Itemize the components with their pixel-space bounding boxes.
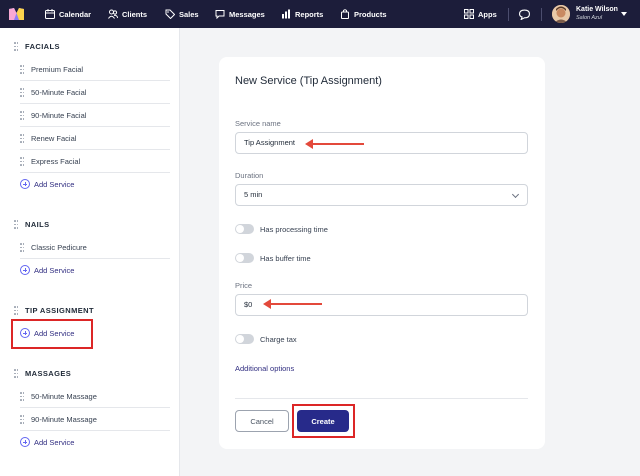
top-nav-bar: Calendar Clients Sales Messages Reports …: [0, 0, 640, 28]
highlight-box-add-service: [11, 319, 93, 349]
nav-clients[interactable]: Clients: [108, 0, 147, 28]
list-item[interactable]: Express Facial: [20, 151, 170, 173]
chat-button[interactable]: [519, 0, 534, 28]
section-title-tip-assignment: TIP ASSIGNMENT: [25, 306, 94, 315]
service-label: 50-Minute Massage: [31, 392, 97, 401]
nav-reports-label: Reports: [295, 9, 324, 19]
service-name-input[interactable]: Tip Assignment: [235, 132, 528, 154]
footer-divider: [235, 398, 528, 399]
list-item[interactable]: Premium Facial: [20, 59, 170, 81]
price-label: Price: [235, 281, 253, 290]
add-service-label: Add Service: [34, 437, 75, 447]
nav-reports[interactable]: Reports: [281, 0, 323, 28]
nav-calendar[interactable]: Calendar: [45, 0, 91, 28]
buffer-time-label: Has buffer time: [260, 254, 311, 263]
add-service-button-massages[interactable]: Add Service: [20, 435, 74, 449]
chevron-down-icon: [511, 190, 520, 199]
list-item[interactable]: 90-Minute Facial: [20, 105, 170, 127]
avatar[interactable]: [552, 5, 570, 23]
nav-sales-label: Sales: [179, 9, 199, 19]
add-service-button-facials[interactable]: Add Service: [20, 177, 74, 191]
charge-tax-label: Charge tax: [260, 335, 297, 344]
plus-circle-icon: [20, 179, 30, 189]
apps-button[interactable]: Apps: [464, 0, 497, 28]
cancel-button[interactable]: Cancel: [235, 410, 289, 432]
service-label: Express Facial: [31, 157, 81, 166]
service-label: 50-Minute Facial: [31, 88, 87, 97]
processing-time-toggle[interactable]: [235, 224, 254, 234]
charge-tax-toggle[interactable]: [235, 334, 254, 344]
list-item[interactable]: 50-Minute Massage: [20, 386, 170, 408]
buffer-time-toggle[interactable]: [235, 253, 254, 263]
apps-label: Apps: [478, 9, 497, 19]
service-label: Premium Facial: [31, 65, 84, 74]
list-item[interactable]: Renew Facial: [20, 128, 170, 150]
drag-handle-icon[interactable]: [14, 306, 18, 315]
drag-handle-icon[interactable]: [20, 65, 24, 74]
reports-chart-icon: [282, 9, 290, 19]
annotation-arrow-icon: [263, 299, 322, 309]
price-input[interactable]: $0: [235, 294, 528, 316]
nav-products[interactable]: Products: [340, 0, 387, 28]
service-label: 90-Minute Massage: [31, 415, 97, 424]
plus-circle-icon: [20, 265, 30, 275]
app-logo-icon[interactable]: [9, 7, 24, 21]
drag-handle-icon[interactable]: [20, 157, 24, 166]
drag-handle-icon[interactable]: [14, 369, 18, 378]
topbar-divider-2: [541, 8, 542, 21]
calendar-icon: [45, 9, 55, 19]
service-label: Classic Pedicure: [31, 243, 87, 252]
drag-handle-icon[interactable]: [20, 392, 24, 401]
nav-messages-label: Messages: [229, 9, 265, 19]
service-label: 90-Minute Facial: [31, 111, 87, 120]
new-service-card: New Service (Tip Assignment) Service nam…: [219, 57, 545, 449]
chevron-down-icon[interactable]: [621, 12, 627, 16]
list-item[interactable]: 90-Minute Massage: [20, 409, 170, 431]
products-icon: [341, 9, 349, 19]
section-title-massages: MASSAGES: [25, 369, 72, 378]
list-item[interactable]: Classic Pedicure: [20, 237, 170, 259]
nav-products-label: Products: [354, 9, 387, 19]
processing-time-label: Has processing time: [260, 225, 328, 234]
add-service-label: Add Service: [34, 179, 75, 189]
plus-circle-icon: [20, 437, 30, 447]
drag-handle-icon[interactable]: [14, 220, 18, 229]
drag-handle-icon[interactable]: [20, 134, 24, 143]
duration-select[interactable]: 5 min: [235, 184, 528, 206]
user-photo-icon: [552, 5, 570, 23]
nav-messages[interactable]: Messages: [215, 0, 265, 28]
drag-handle-icon[interactable]: [20, 415, 24, 424]
user-name[interactable]: Katie Wilson: [576, 6, 618, 13]
additional-options-link[interactable]: Additional options: [235, 364, 294, 373]
section-title-facials: FACIALS: [25, 42, 60, 51]
nav-sales[interactable]: Sales: [165, 0, 199, 28]
chat-bubble-icon: [519, 9, 530, 20]
topbar-divider: [508, 8, 509, 21]
page-title: New Service (Tip Assignment): [235, 75, 382, 87]
messages-icon: [215, 10, 225, 19]
service-sidebar: FACIALS Premium Facial 50-Minute Facial …: [0, 28, 180, 476]
section-title-nails: NAILS: [25, 220, 50, 229]
apps-grid-icon: [464, 9, 474, 19]
list-item[interactable]: 50-Minute Facial: [20, 82, 170, 104]
service-name-label: Service name: [235, 119, 281, 128]
nav-calendar-label: Calendar: [59, 9, 92, 19]
drag-handle-icon[interactable]: [14, 42, 18, 51]
add-service-label: Add Service: [34, 265, 75, 275]
annotation-arrow-icon: [305, 139, 364, 149]
user-location: Salon Azul: [576, 15, 603, 21]
duration-value: 5 min: [244, 190, 263, 199]
drag-handle-icon[interactable]: [20, 88, 24, 97]
drag-handle-icon[interactable]: [20, 243, 24, 252]
drag-handle-icon[interactable]: [20, 111, 24, 120]
nav-clients-label: Clients: [122, 9, 148, 19]
clients-icon: [108, 9, 118, 19]
service-label: Renew Facial: [31, 134, 77, 143]
add-service-button-nails[interactable]: Add Service: [20, 263, 74, 277]
duration-label: Duration: [235, 171, 264, 180]
highlight-box-create: [292, 404, 355, 438]
sales-tag-icon: [165, 9, 175, 19]
